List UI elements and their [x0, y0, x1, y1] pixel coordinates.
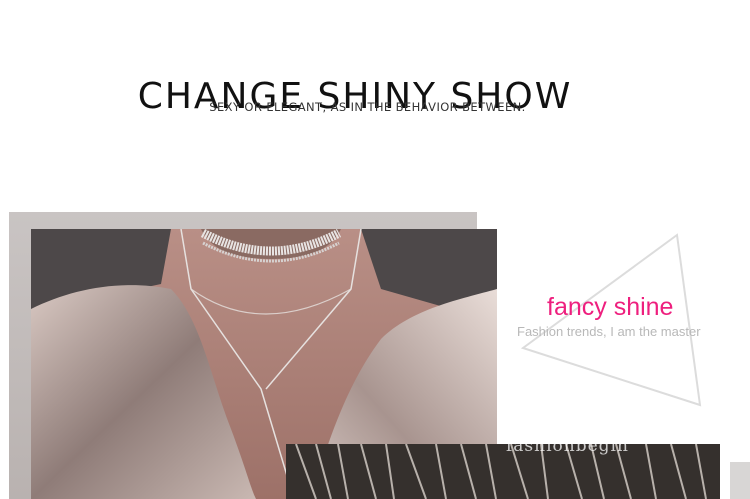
page-subtitle: SEXY OR ELEGANT, AS IN THE BEHAVIOR BETW… — [209, 100, 526, 114]
edge-photo — [730, 462, 750, 499]
fringe-photo — [286, 444, 720, 499]
feature-label: fancy shine — [547, 293, 674, 321]
watermark-text: fashionbegin — [506, 436, 629, 456]
fringe-illustration — [286, 444, 720, 499]
feature-caption: Fashion trends, I am the master — [517, 324, 701, 339]
